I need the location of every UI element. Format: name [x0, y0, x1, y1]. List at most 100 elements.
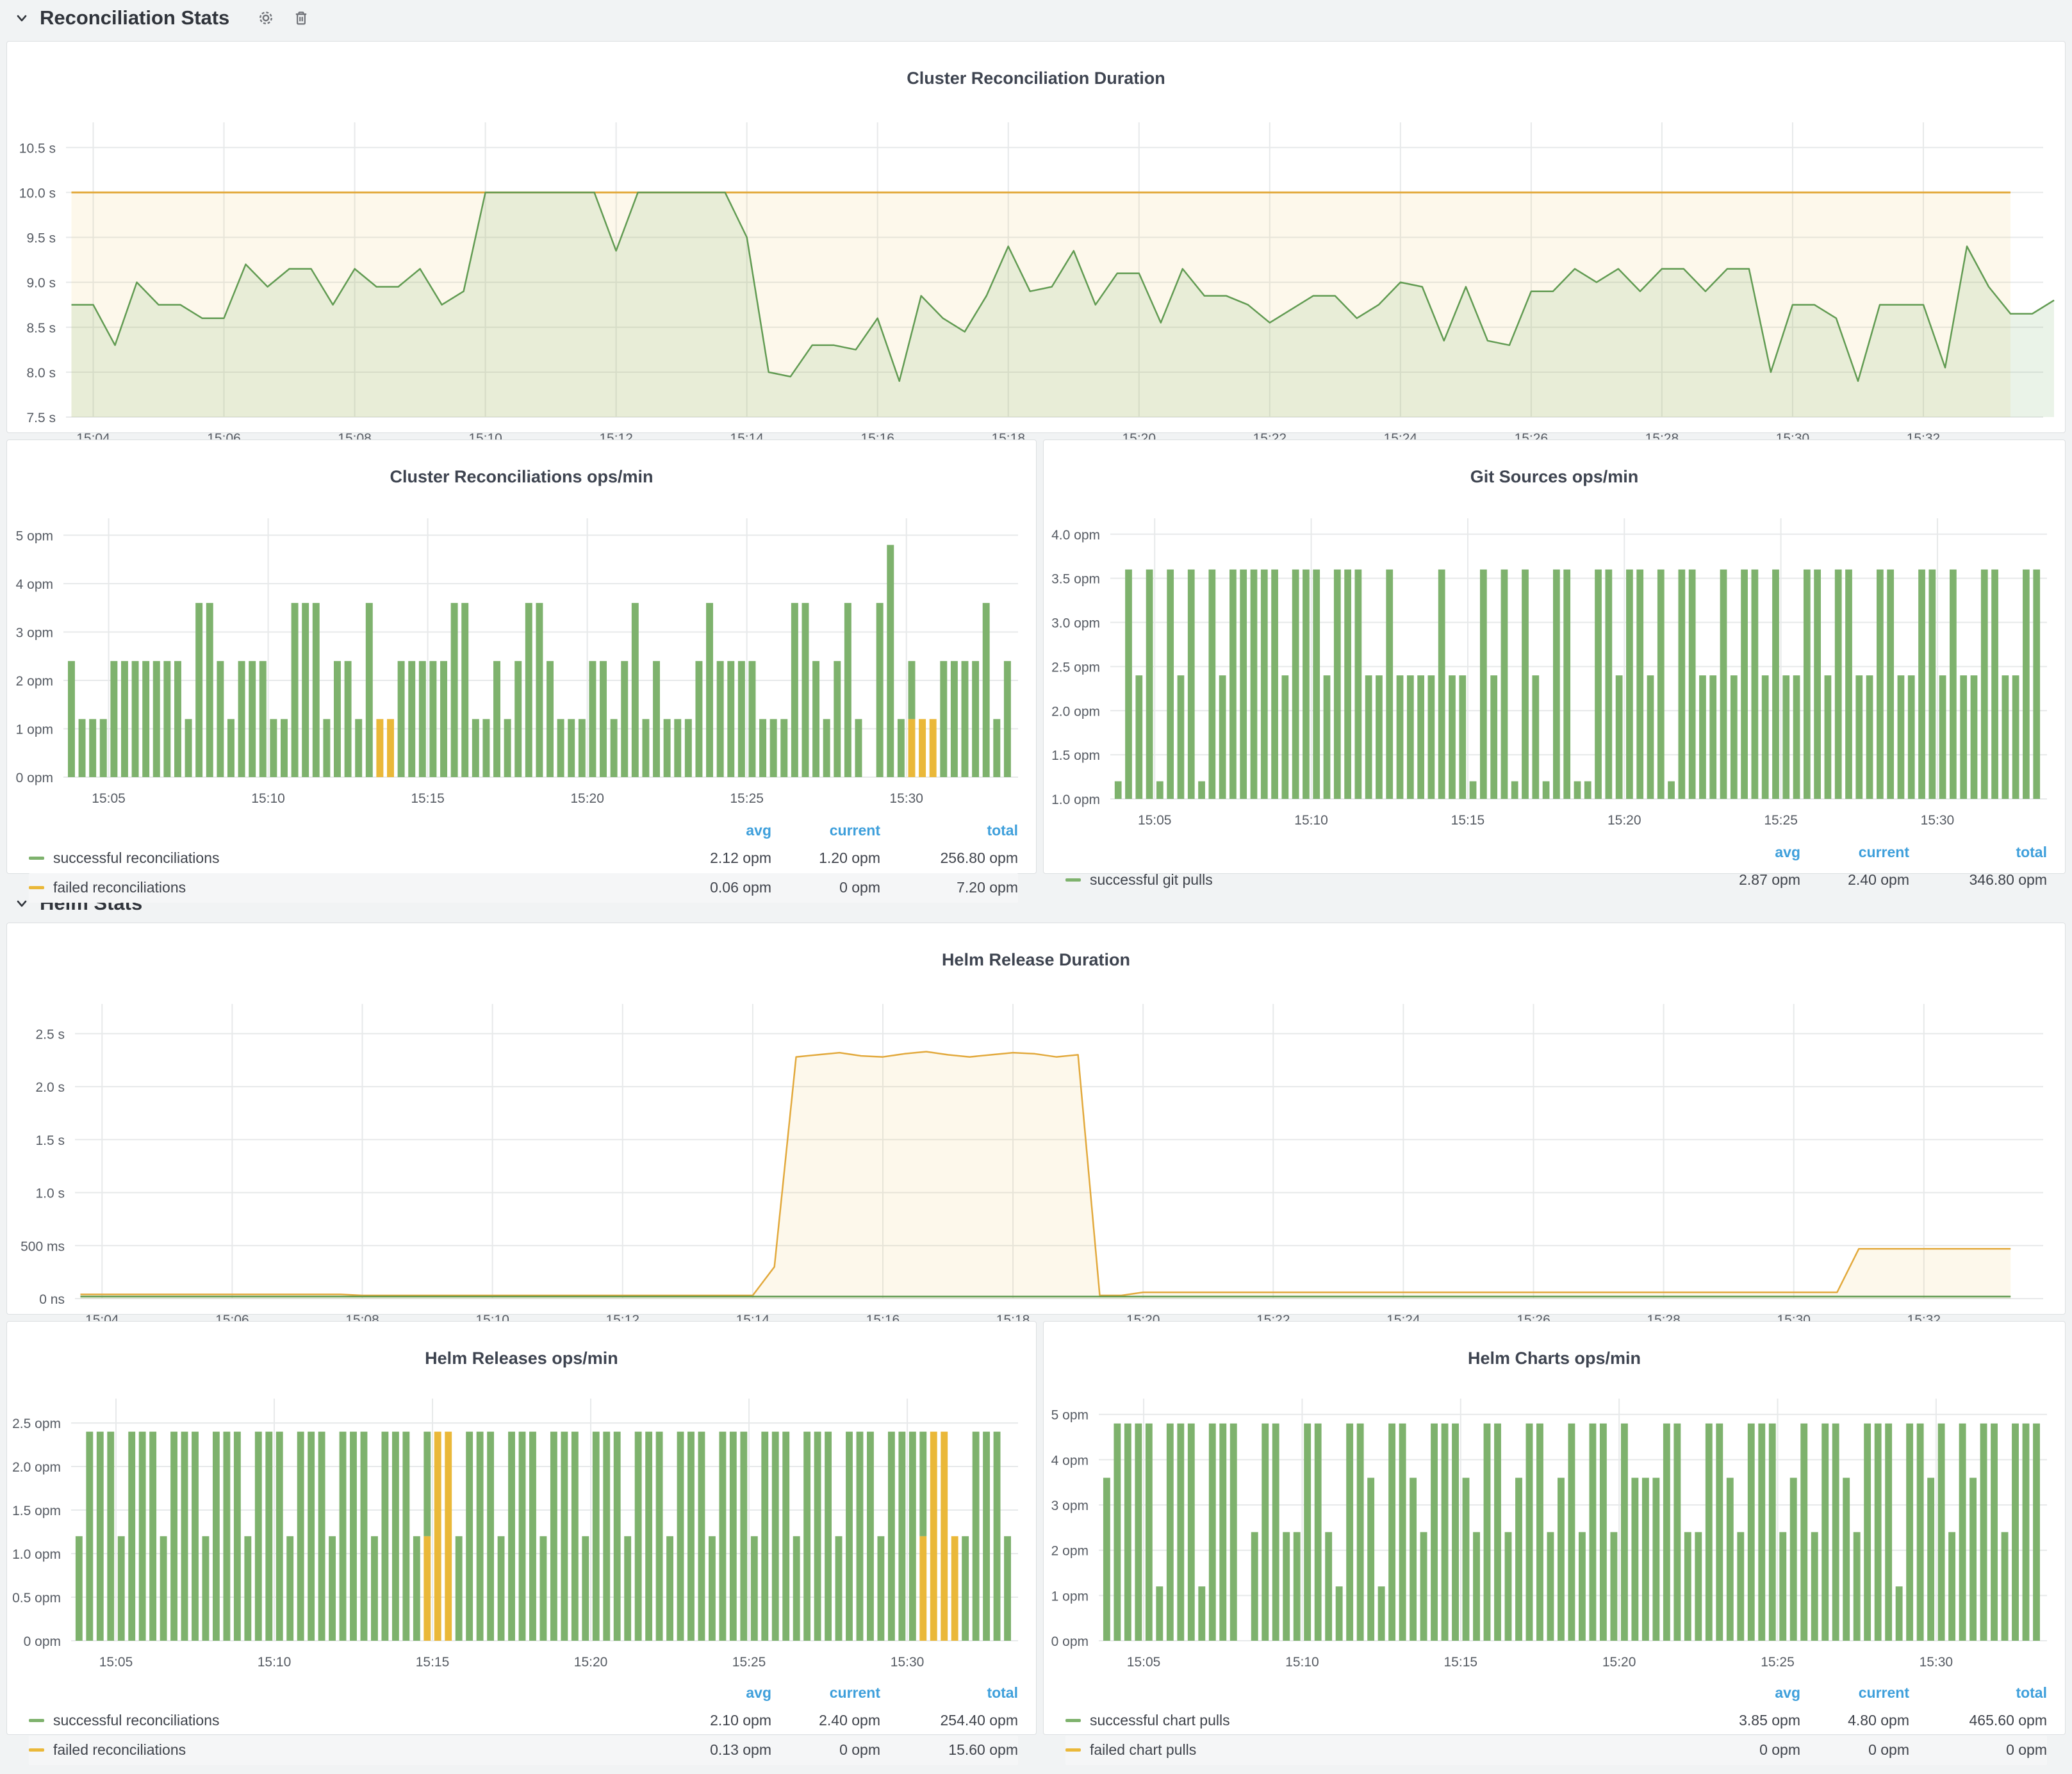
legend-col-current[interactable]: current — [771, 1684, 880, 1702]
bar-successful — [751, 1536, 758, 1641]
bar-successful — [2012, 1424, 2019, 1641]
trash-icon[interactable] — [292, 9, 310, 27]
bar-successful — [1355, 570, 1362, 799]
bar-successful — [334, 661, 341, 777]
bar-successful — [1959, 1424, 1966, 1641]
x-tick-label: 15:20 — [1602, 1655, 1636, 1670]
bar-successful — [772, 1431, 779, 1640]
bar-successful — [1600, 1424, 1607, 1641]
bar-successful — [876, 603, 884, 777]
bar-successful — [1709, 675, 1716, 799]
legend-col-total[interactable]: total — [880, 1684, 1018, 1702]
bar-failed — [423, 1536, 431, 1641]
bar-successful — [825, 1431, 832, 1640]
panel-title[interactable]: Cluster Reconciliations ops/min — [7, 454, 1036, 489]
legend-series-toggle[interactable]: successful chart pulls — [1065, 1712, 1691, 1729]
bar-successful — [255, 1431, 262, 1640]
legend-total-value: 7.20 opm — [880, 879, 1018, 896]
bar-successful — [898, 719, 905, 777]
bar-successful — [1553, 570, 1560, 799]
bar-successful — [1463, 1477, 1470, 1640]
bar-successful — [281, 719, 288, 777]
bar-successful — [1146, 570, 1153, 799]
legend-col-avg[interactable]: avg — [662, 1684, 771, 1702]
bar-successful — [1334, 570, 1341, 799]
bar-successful — [1716, 1424, 1723, 1641]
plot-git-sources-opm: 1.0 opm1.5 opm2.0 opm2.5 opm3.0 opm3.5 o… — [1044, 504, 2065, 837]
legend-series-toggle[interactable]: failed chart pulls — [1065, 1741, 1691, 1759]
panel-cluster-reconciliations-opm: Cluster Reconciliations ops/min 0 opm1 o… — [6, 439, 1037, 874]
x-tick-label: 15:10 — [251, 791, 285, 806]
series-color-dash-icon — [1065, 1748, 1081, 1752]
bar-successful — [440, 661, 447, 777]
legend-series-toggle[interactable]: failed reconciliations — [29, 879, 662, 896]
bar-successful — [1821, 1424, 1829, 1641]
legend-series-toggle[interactable]: failed reconciliations — [29, 1741, 662, 1759]
legend-row: successful chart pulls3.85 opm4.80 opm46… — [1065, 1706, 2047, 1736]
legend-col-total[interactable]: total — [880, 822, 1018, 839]
bar-successful — [323, 719, 330, 777]
bar-successful — [666, 1536, 673, 1641]
bar-successful — [519, 1431, 526, 1640]
y-tick-label: 2.5 s — [35, 1027, 65, 1042]
bar-successful — [297, 1431, 304, 1640]
bar-successful — [76, 1536, 83, 1641]
legend-col-total[interactable]: total — [1909, 1684, 2047, 1702]
bar-successful — [1616, 675, 1623, 799]
legend-col-current[interactable]: current — [1800, 1684, 1909, 1702]
bar-successful — [1522, 570, 1529, 799]
bar-successful — [1647, 675, 1654, 799]
bar-successful — [1928, 570, 1936, 799]
legend-series-toggle[interactable]: successful git pulls — [1065, 871, 1691, 889]
legend-col-current[interactable]: current — [1800, 844, 1909, 861]
legend-row: successful reconciliations2.10 opm2.40 o… — [29, 1706, 1018, 1736]
bar-successful — [1589, 1424, 1596, 1641]
x-tick-label: 15:15 — [1444, 1655, 1478, 1670]
legend-series-toggle[interactable]: successful reconciliations — [29, 1712, 662, 1729]
legend-avg-value: 2.12 opm — [662, 850, 771, 867]
legend-header: avgcurrenttotal — [29, 818, 1018, 844]
bar-successful — [972, 661, 979, 777]
bar-successful — [118, 1536, 125, 1641]
y-tick-label: 1.0 opm — [12, 1547, 61, 1562]
panel-title[interactable]: Helm Releases ops/min — [7, 1336, 1036, 1371]
bar-successful — [1758, 1424, 1765, 1641]
bar-successful — [1428, 675, 1435, 799]
panel-title[interactable]: Git Sources ops/min — [1044, 454, 2065, 489]
gear-icon[interactable] — [256, 8, 275, 28]
section-title[interactable]: Reconciliation Stats — [40, 6, 229, 29]
legend-col-current[interactable]: current — [771, 822, 880, 839]
chevron-down-icon[interactable] — [14, 10, 29, 26]
bar-successful — [568, 719, 575, 777]
legend-col-avg[interactable]: avg — [1691, 844, 1800, 861]
bar-successful — [1811, 1532, 1818, 1641]
bar-successful — [603, 1431, 610, 1640]
bar-successful — [740, 1431, 747, 1640]
bar-failed — [445, 1431, 452, 1640]
legend-col-avg[interactable]: avg — [662, 822, 771, 839]
bar-successful — [160, 1536, 167, 1641]
bar-successful — [846, 1431, 853, 1640]
bar-successful — [589, 661, 596, 777]
bar-successful — [593, 1431, 600, 1640]
panel-title[interactable]: Cluster Reconciliation Duration — [7, 56, 2065, 91]
bar-successful — [318, 1431, 325, 1640]
panel-title[interactable]: Helm Release Duration — [7, 937, 2065, 973]
legend-series-name: failed chart pulls — [1090, 1741, 1196, 1759]
bar-successful — [717, 661, 724, 777]
bar-successful — [1376, 675, 1383, 799]
bar-successful — [1459, 675, 1466, 799]
legend-col-avg[interactable]: avg — [1691, 1684, 1800, 1702]
bar-successful — [1568, 1424, 1575, 1641]
bar-successful — [529, 1431, 536, 1640]
bar-successful — [582, 1536, 589, 1641]
bar-successful — [579, 719, 586, 777]
legend-series-name: successful reconciliations — [53, 850, 220, 867]
legend-series-toggle[interactable]: successful reconciliations — [29, 850, 662, 867]
bar-successful — [163, 661, 170, 777]
panel-title[interactable]: Helm Charts ops/min — [1044, 1336, 2065, 1371]
bar-successful — [128, 1431, 135, 1640]
legend-col-total[interactable]: total — [1909, 844, 2047, 861]
bar-successful — [1536, 1424, 1543, 1641]
bar-failed — [434, 1431, 441, 1640]
